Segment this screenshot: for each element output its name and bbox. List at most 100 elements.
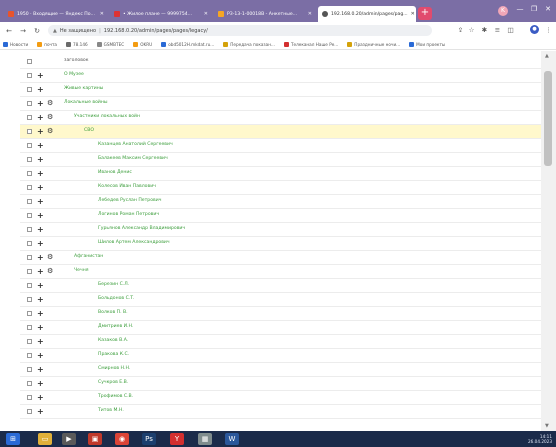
page-title-link[interactable]: Дмитриев И.Н.: [98, 324, 133, 329]
table-row[interactable]: + Логинов Роман Петрович: [20, 209, 541, 223]
page-title-link[interactable]: Больдонов С.Т.: [98, 296, 135, 301]
row-checkbox[interactable]: [27, 157, 32, 162]
page-title-link[interactable]: Лебедев Руслан Петрович: [98, 198, 161, 203]
add-child-icon[interactable]: +: [37, 85, 44, 94]
share-icon[interactable]: ⇪: [456, 25, 465, 35]
select-all-checkbox[interactable]: [27, 59, 32, 64]
bookmark-item[interactable]: obd5012H.mkdat.ru...: [161, 41, 214, 47]
media-icon[interactable]: ▶: [62, 433, 76, 445]
tab-close-icon[interactable]: ✕: [308, 11, 312, 17]
table-row[interactable]: + Березин С.Л.: [20, 279, 541, 293]
archive-icon[interactable]: ▣: [88, 433, 102, 445]
add-child-icon[interactable]: +: [37, 169, 44, 178]
row-checkbox[interactable]: [27, 311, 32, 316]
word-icon[interactable]: W: [225, 433, 239, 445]
add-child-icon[interactable]: +: [37, 365, 44, 374]
bookmark-item[interactable]: Передача показан...: [223, 41, 275, 47]
row-checkbox[interactable]: [27, 143, 32, 148]
photoshop-icon[interactable]: Ps: [142, 433, 156, 445]
row-checkbox[interactable]: [27, 171, 32, 176]
extension-icon[interactable]: ✱: [480, 25, 489, 35]
add-child-icon[interactable]: +: [37, 99, 44, 108]
page-title-link[interactable]: Березин С.Л.: [98, 282, 129, 287]
table-row[interactable]: + Волков П. В.: [20, 307, 541, 321]
page-title-link[interactable]: Гурьянов Александр Владимирович: [98, 226, 185, 231]
page-title-link[interactable]: Казанцев Анатолий Сергеевич: [98, 142, 173, 147]
add-child-icon[interactable]: +: [37, 71, 44, 80]
add-child-icon[interactable]: +: [37, 225, 44, 234]
row-checkbox[interactable]: [27, 241, 32, 246]
page-title-link[interactable]: Колесов Иван Павлович: [98, 184, 156, 189]
page-title-link[interactable]: Живые картины: [64, 86, 103, 91]
page-title-link[interactable]: Сучкров Е.В.: [98, 380, 128, 385]
scroll-thumb[interactable]: [544, 71, 552, 166]
add-child-icon[interactable]: +: [37, 379, 44, 388]
page-title-link[interactable]: О Музее: [64, 72, 84, 77]
table-row[interactable]: + Балакеев Максим Сергеевич: [20, 153, 541, 167]
profile-avatar[interactable]: K: [498, 6, 508, 16]
windows-icon[interactable]: ⊞: [6, 433, 20, 445]
add-child-icon[interactable]: +: [37, 407, 44, 416]
add-child-icon[interactable]: +: [37, 351, 44, 360]
row-checkbox[interactable]: [27, 199, 32, 204]
menu-icon[interactable]: ⋮: [544, 25, 553, 35]
add-child-icon[interactable]: +: [37, 197, 44, 206]
settings-gear-icon[interactable]: ⚙: [47, 253, 53, 262]
scroll-up-icon[interactable]: ▲: [545, 53, 549, 59]
page-title-link[interactable]: Казаков В.А.: [98, 338, 128, 343]
page-title-link[interactable]: Локальные войны: [64, 100, 108, 105]
table-row[interactable]: + ⚙ СВО: [20, 125, 541, 139]
bookmark-item[interactable]: GSMBTEC: [96, 41, 124, 47]
forward-icon[interactable]: →: [18, 27, 28, 35]
add-child-icon[interactable]: +: [37, 155, 44, 164]
sidebar-icon[interactable]: ◫: [506, 25, 515, 35]
page-title-link[interactable]: Титов М.Н.: [98, 408, 124, 413]
new-tab-button[interactable]: +: [418, 7, 432, 20]
add-child-icon[interactable]: +: [37, 127, 44, 136]
calculator-icon[interactable]: ▦: [198, 433, 212, 445]
row-checkbox[interactable]: [27, 297, 32, 302]
address-bar[interactable]: ▲ Не защищено | 192.168.0.20/admin/pages…: [48, 25, 432, 36]
table-row[interactable]: + Казанцев Анатолий Сергеевич: [20, 139, 541, 153]
bookmark-item[interactable]: Новости: [3, 41, 28, 47]
table-row[interactable]: + Смирнов Н.Н.: [20, 363, 541, 377]
table-row[interactable]: + ⚙ Чечня: [20, 265, 541, 279]
page-title-link[interactable]: Логинов Роман Петрович: [98, 212, 159, 217]
settings-gear-icon[interactable]: ⚙: [47, 127, 53, 136]
add-child-icon[interactable]: +: [37, 267, 44, 276]
add-child-icon[interactable]: +: [37, 323, 44, 332]
chrome-icon[interactable]: ◉: [115, 433, 129, 445]
tab-close-icon[interactable]: ✕: [411, 11, 415, 17]
vertical-scrollbar[interactable]: ▲ ▼: [541, 51, 556, 431]
table-row[interactable]: + Иванов Денис: [20, 167, 541, 181]
bookmark-item[interactable]: OKRU: [133, 41, 152, 47]
row-checkbox[interactable]: [27, 367, 32, 372]
table-row[interactable]: + Казаков В.А.: [20, 335, 541, 349]
row-checkbox[interactable]: [27, 339, 32, 344]
folder-icon[interactable]: ▭: [38, 433, 52, 445]
back-icon[interactable]: ←: [4, 27, 14, 35]
page-title-link[interactable]: Шилов Артем Александрович: [98, 240, 170, 245]
page-title-link[interactable]: Смирнов Н.Н.: [98, 366, 130, 371]
row-checkbox[interactable]: [27, 101, 32, 106]
row-checkbox[interactable]: [27, 353, 32, 358]
browser-tab-active[interactable]: 192.168.0.20/admin/pages/pag... ✕: [318, 6, 416, 22]
page-title-link[interactable]: Афганистан: [74, 254, 103, 259]
row-checkbox[interactable]: [27, 227, 32, 232]
table-row[interactable]: + ⚙ Участники локальных войн: [20, 111, 541, 125]
maximize-icon[interactable]: ❐: [528, 4, 540, 14]
star-icon[interactable]: ☆: [467, 25, 476, 35]
bookmark-item[interactable]: Мои проекты: [409, 41, 445, 47]
page-title-link[interactable]: Балакеев Максим Сергеевич: [98, 156, 168, 161]
add-child-icon[interactable]: +: [37, 113, 44, 122]
row-checkbox[interactable]: [27, 129, 32, 134]
table-row[interactable]: + Живые картины: [20, 83, 541, 97]
settings-gear-icon[interactable]: ⚙: [47, 99, 53, 108]
table-row[interactable]: + Пракова К.С.: [20, 349, 541, 363]
row-checkbox[interactable]: [27, 115, 32, 120]
account-icon[interactable]: ●: [530, 25, 539, 34]
add-child-icon[interactable]: +: [37, 393, 44, 402]
add-child-icon[interactable]: +: [37, 281, 44, 290]
browser-tab[interactable]: 1950 · Входящие — Яндекс По... ✕: [4, 6, 108, 22]
table-row[interactable]: + ⚙ Локальные войны: [20, 97, 541, 111]
